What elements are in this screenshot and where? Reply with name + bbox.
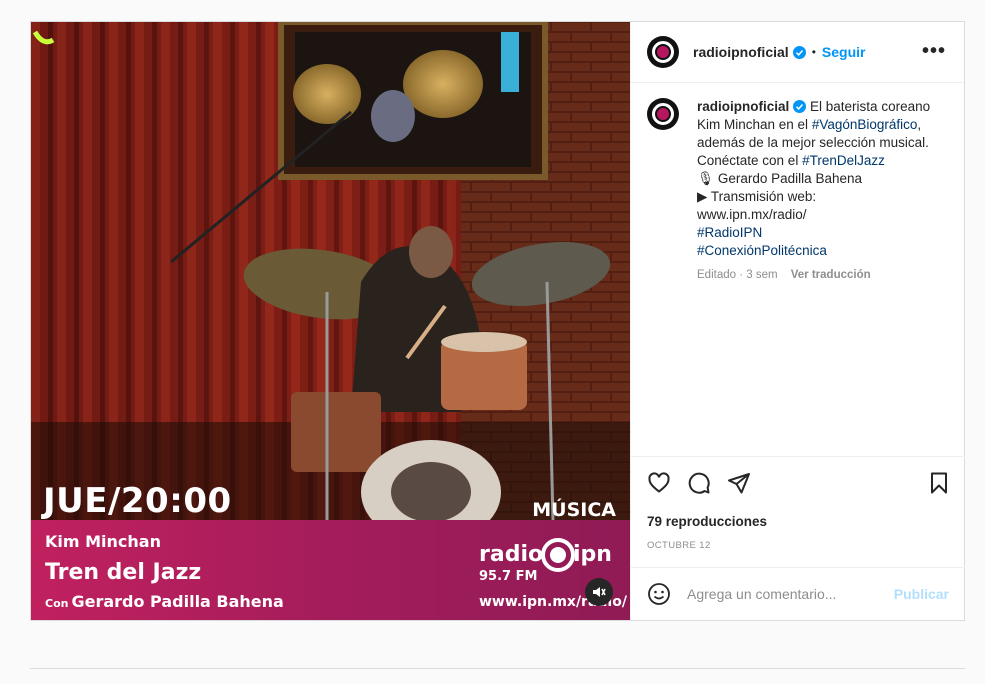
page-divider [30, 668, 965, 669]
host-prefix: Con [45, 597, 69, 610]
caption-username[interactable]: radioipnoficial [697, 99, 789, 114]
publish-button[interactable]: Publicar [894, 586, 949, 602]
emoji-icon[interactable] [647, 582, 671, 606]
comment-input[interactable] [687, 586, 887, 602]
muted-speaker-icon [593, 587, 606, 597]
save-button[interactable] [927, 471, 953, 497]
logo-radio-text: radio [479, 542, 544, 567]
logo-ring-icon [541, 538, 575, 572]
like-button[interactable] [647, 471, 673, 497]
share-button[interactable] [727, 471, 753, 497]
avatar[interactable] [647, 36, 679, 68]
caption-url: www.ipn.mx/radio/ [697, 207, 807, 222]
post-caption: radioipnoficial El baterista coreano Kim… [647, 98, 952, 284]
hashtag-conexion-politecnica[interactable]: #ConexiónPolitécnica [697, 243, 827, 258]
mute-button[interactable] [585, 578, 613, 606]
program-banner: Kim Minchan Tren del Jazz Con Gerardo Pad… [31, 520, 630, 620]
post-header: radioipnoficial • Seguir ••• [631, 22, 964, 83]
caption-web-label: ▶ Transmisión web: [697, 189, 817, 204]
avatar-logo-icon [652, 41, 674, 63]
follow-button[interactable]: Seguir [822, 44, 866, 60]
hashtag-radio-ipn[interactable]: #RadioIPN [697, 225, 762, 240]
view-count[interactable]: 79 reproducciones [647, 514, 767, 529]
hashtag-tren-del-jazz[interactable]: #TrenDelJazz [802, 153, 885, 168]
bookmark-icon [931, 472, 947, 494]
separator-dot: • [811, 45, 816, 59]
artist-name: Kim Minchan [45, 532, 161, 551]
logo-frequency: 95.7 FM [479, 569, 538, 584]
verified-badge-icon [793, 100, 807, 113]
show-title: Tren del Jazz [45, 560, 202, 585]
caption-meta: Editado · 3 sem Ver traducción [697, 266, 952, 284]
caption-avatar[interactable] [647, 98, 679, 130]
avatar-logo-icon [652, 103, 674, 125]
heart-icon [648, 472, 670, 493]
comment-button[interactable] [687, 471, 713, 497]
host-line: Con Gerardo Padilla Bahena [45, 592, 284, 611]
action-bar [631, 456, 965, 511]
caption-text: radioipnoficial El baterista coreano Kim… [697, 98, 952, 284]
post-sidebar: radioipnoficial • Seguir ••• radioipnofi… [630, 22, 965, 620]
broadcast-day-time: JUE/20:00 [43, 481, 232, 521]
caption-host-line: 🎙 Gerardo Padilla Bahena [697, 171, 862, 186]
translate-link[interactable]: Ver traducción [791, 269, 871, 281]
paper-plane-icon [728, 473, 750, 494]
post-video[interactable]: JUE/20:00 MÚSICA Kim Minchan Tren del Ja… [31, 22, 630, 620]
hashtag-vagon-biografico[interactable]: #VagónBiográfico [812, 117, 918, 132]
genre-label: MÚSICA [532, 499, 616, 521]
post-date: OCTUBRE 12 [647, 540, 711, 551]
host-name: Gerardo Padilla Bahena [71, 592, 284, 611]
edited-label: Editado · 3 sem [697, 269, 778, 281]
verified-badge-icon [792, 45, 806, 59]
comment-bubble-icon [688, 472, 710, 494]
logo-ipn-text: ipn [573, 542, 612, 567]
more-options-button[interactable]: ••• [922, 40, 946, 63]
instagram-post: JUE/20:00 MÚSICA Kim Minchan Tren del Ja… [30, 21, 965, 621]
comment-box: Publicar [631, 567, 965, 620]
username[interactable]: radioipnoficial [693, 44, 789, 60]
